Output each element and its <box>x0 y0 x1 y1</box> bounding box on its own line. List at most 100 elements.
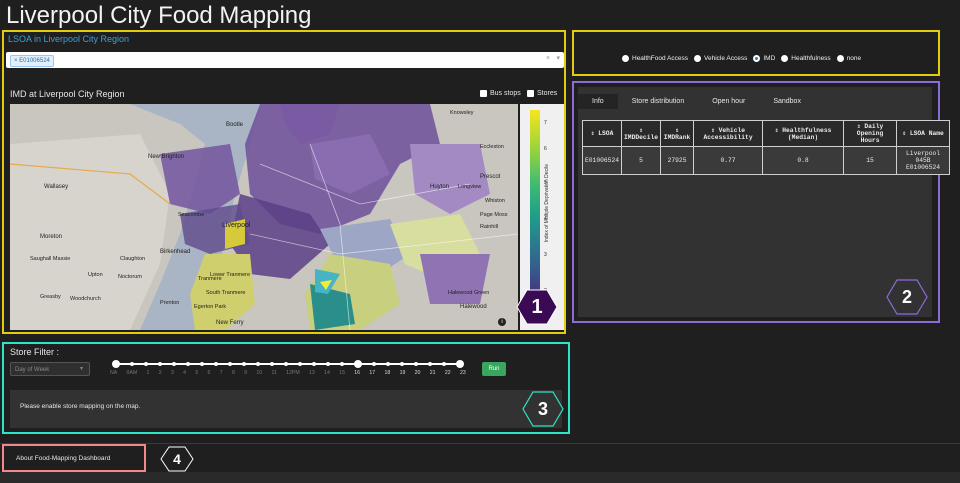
slider-tick[interactable] <box>186 362 190 366</box>
hour-label: 6 <box>207 370 211 376</box>
tab-sandbox[interactable]: Sandbox <box>759 94 815 109</box>
slider-tick[interactable] <box>158 362 162 366</box>
table-cell: 0.8 <box>762 146 845 175</box>
slider-tick[interactable] <box>428 362 432 366</box>
radio-healthfood-access[interactable]: HealthFood Access <box>622 55 688 62</box>
bus-stops-checkbox[interactable]: Bus stops <box>480 90 521 97</box>
sort-icon[interactable]: ⇕ <box>902 130 906 137</box>
column-header[interactable]: ⇕ Healthfulness (Median) <box>762 120 845 147</box>
map-label: Whiston <box>485 198 505 204</box>
map-label: Birkenhead <box>160 249 191 255</box>
checkbox-box[interactable] <box>527 90 534 97</box>
slider-tick[interactable] <box>326 362 330 366</box>
radio-dot-selected[interactable] <box>753 55 761 62</box>
table-cell: Liverpool 045B E01006524 <box>896 146 951 175</box>
column-header[interactable]: ⇕ IMDRank <box>660 120 695 147</box>
map-label: Wallasey <box>44 184 69 190</box>
tab-open-hour[interactable]: Open hour <box>698 94 759 109</box>
hour-label: 20 <box>414 370 421 376</box>
about-link[interactable]: About Food-Mapping Dashboard <box>2 444 146 472</box>
map-label: Longview <box>458 184 482 190</box>
slider-tick[interactable] <box>372 362 376 366</box>
slider-tick[interactable] <box>340 362 344 366</box>
slider-tick[interactable] <box>284 362 288 366</box>
hour-label: 13 <box>309 370 315 376</box>
radio-healthfulness[interactable]: Healthfulness <box>781 55 831 62</box>
hour-label: 5 <box>195 370 199 376</box>
hour-label: 22 <box>444 370 451 376</box>
radio-dot[interactable] <box>622 55 629 62</box>
sort-icon[interactable]: ⇕ <box>639 127 643 134</box>
slider-tick[interactable] <box>214 362 218 366</box>
slider-tick[interactable] <box>270 362 274 366</box>
choropleth-map[interactable]: Bootle New Brighton Wallasey Moreton Liv… <box>10 104 518 330</box>
slider-tick[interactable] <box>400 362 404 366</box>
map-label: Upton <box>88 272 103 278</box>
radio-dot[interactable] <box>694 55 702 62</box>
slider-tick[interactable] <box>228 362 232 366</box>
column-header[interactable]: ⇕ Vehicle Accessibility <box>693 120 764 147</box>
radio-dot[interactable] <box>836 55 844 62</box>
layer-selector-outline <box>572 30 940 76</box>
column-header[interactable]: ⇕ IMDDecile <box>621 120 662 147</box>
checkbox-box[interactable] <box>480 90 487 97</box>
hour-label: NA <box>110 370 118 376</box>
chevron-down-icon[interactable]: ▾ <box>80 362 83 376</box>
radio-imd[interactable]: IMD <box>753 55 775 62</box>
slider-handle-start[interactable] <box>112 360 120 368</box>
slider-tick[interactable] <box>256 362 260 366</box>
clear-icon[interactable]: × <box>546 55 550 62</box>
radio-vehicle-access[interactable]: Vehicle Access <box>694 55 747 62</box>
sort-icon[interactable]: ⇕ <box>711 127 715 134</box>
hour-slider-ticks[interactable] <box>112 357 464 371</box>
radio-none[interactable]: none <box>836 55 862 62</box>
layer-radio-group[interactable]: HealthFood Access Vehicle Access IMD Hea… <box>622 55 861 62</box>
hour-label: 7 <box>219 370 223 376</box>
chevron-down-icon[interactable]: ▾ <box>556 54 560 62</box>
map-label: Prescot <box>480 174 501 180</box>
slider-tick[interactable] <box>298 362 302 366</box>
map-label: Seacombe <box>178 212 205 218</box>
slider-handle-mid[interactable] <box>354 360 362 368</box>
table-cell: E01006524 <box>581 146 623 175</box>
slider-tick[interactable] <box>130 362 134 366</box>
slider-tick[interactable] <box>312 362 316 366</box>
map-label: Prenton <box>160 300 180 306</box>
hour-label: 17 <box>369 370 376 376</box>
run-button[interactable]: Run <box>482 362 506 376</box>
colorbar-tick: 7 <box>544 120 547 126</box>
sort-icon[interactable]: ⇕ <box>857 123 861 130</box>
tab-store-distribution[interactable]: Store distribution <box>618 94 699 109</box>
info-icon[interactable]: i <box>498 318 506 326</box>
radio-dot[interactable] <box>781 55 789 62</box>
slider-handle-end[interactable] <box>456 360 464 368</box>
column-header[interactable]: ⇕ LSOA <box>581 120 623 147</box>
column-header[interactable]: ⇕ Daily Opening Hours <box>843 120 898 147</box>
lsoa-select[interactable]: × E01006524 × ▾ <box>6 52 564 68</box>
radio-label: none <box>846 55 862 62</box>
day-of-week-select[interactable]: Day of Week <box>10 362 90 376</box>
stores-checkbox[interactable]: Stores <box>527 90 557 97</box>
slider-tick[interactable] <box>386 362 390 366</box>
hour-label: 9 <box>244 370 248 376</box>
lsoa-selected-tag[interactable]: × E01006524 <box>10 55 54 67</box>
slider-tick[interactable] <box>144 362 148 366</box>
slider-tick[interactable] <box>242 362 246 366</box>
sort-icon[interactable]: ⇕ <box>675 127 679 134</box>
slider-tick[interactable] <box>414 362 418 366</box>
map-label: Lower Tranmere <box>210 272 251 278</box>
slider-tick[interactable] <box>442 362 446 366</box>
map-label: Liverpool <box>222 222 251 229</box>
slider-tick[interactable] <box>200 362 204 366</box>
map-label: South Tranmere <box>206 290 246 296</box>
sort-icon[interactable]: ⇕ <box>591 130 595 137</box>
map-label: Eccleston <box>480 144 504 150</box>
info-tabs[interactable]: Info Store distribution Open hour Sandbo… <box>578 94 815 109</box>
slider-tick[interactable] <box>172 362 176 366</box>
sort-icon[interactable]: ⇕ <box>775 127 779 134</box>
map-label: Saughall Massie <box>30 256 71 262</box>
column-header[interactable]: ⇕ LSOA Name <box>896 120 951 147</box>
table-cell: 27925 <box>660 146 695 175</box>
tab-info[interactable]: Info <box>578 94 618 109</box>
hour-label: 19 <box>399 370 406 376</box>
